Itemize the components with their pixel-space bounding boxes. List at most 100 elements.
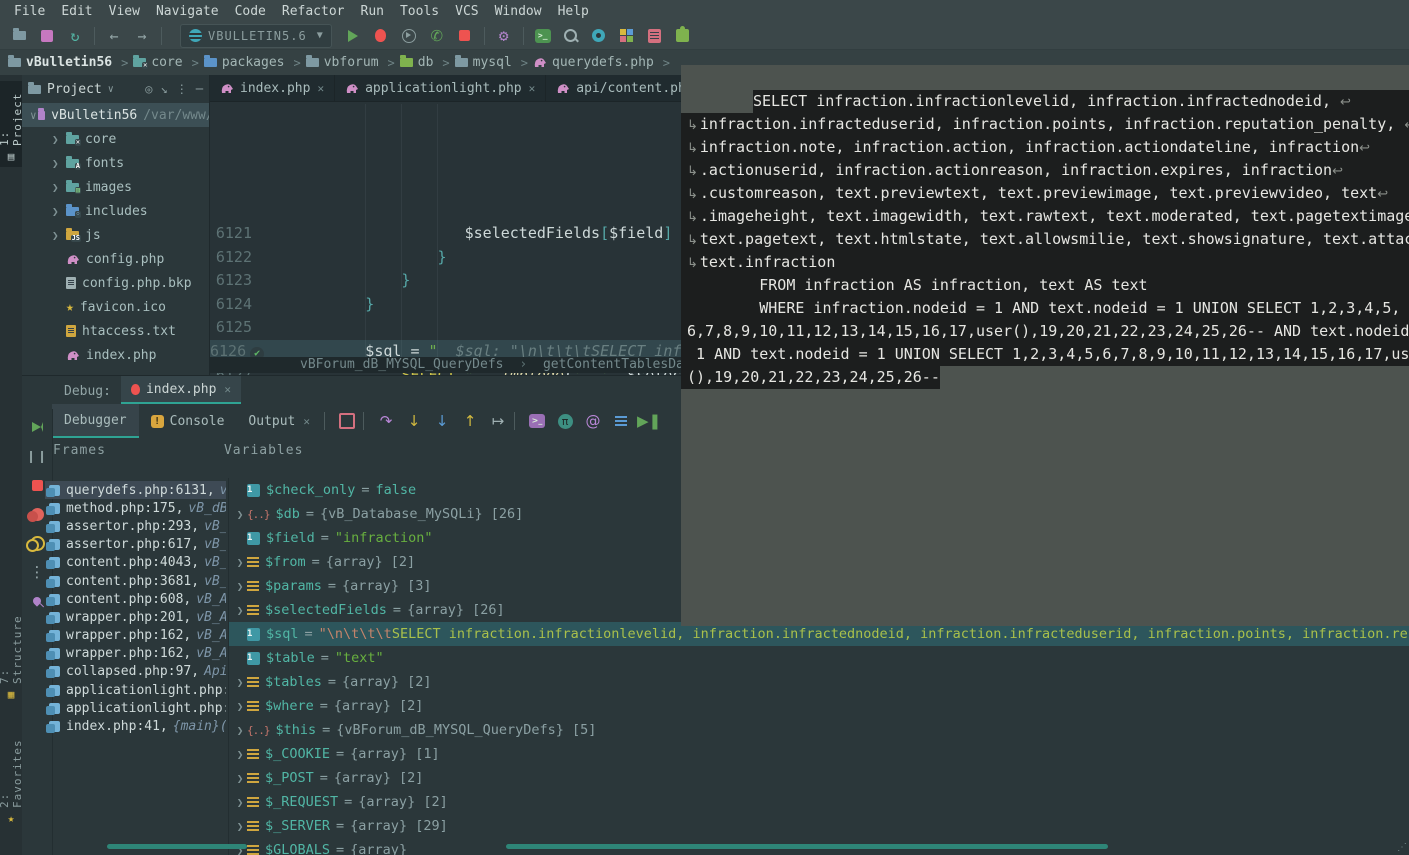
tree-row-includes[interactable]: ❯◦includes xyxy=(22,199,209,223)
toolbar-settings-icon[interactable]: ⚙ xyxy=(493,25,515,47)
frame-row[interactable]: querydefs.php:6131,vBForu xyxy=(45,481,226,499)
gutter-line-6124[interactable]: 6124 xyxy=(210,293,268,317)
menu-item-vcs[interactable]: VCS xyxy=(447,4,486,19)
menu-item-help[interactable]: Help xyxy=(550,4,597,19)
debug-step-into-icon[interactable]: ↓ xyxy=(402,410,426,432)
debug-resume-icon[interactable] xyxy=(25,416,49,438)
tree-row-index-php[interactable]: index.php xyxy=(22,343,209,367)
tree-row-fonts[interactable]: ❯Afonts xyxy=(22,151,209,175)
debugger-tab-console[interactable]: !Console xyxy=(139,404,237,438)
gutter-line-6123[interactable]: 6123 xyxy=(210,269,268,293)
hide-panel-icon[interactable]: ─ xyxy=(196,82,203,96)
debug-terminal-icon[interactable]: >_ xyxy=(525,410,549,432)
toolbar-run-icon[interactable] xyxy=(342,25,364,47)
chevron-expanded-icon[interactable]: ∨ xyxy=(30,109,38,122)
toolbar-plugins-icon[interactable] xyxy=(672,25,694,47)
sidebar-item-favorites[interactable]: 2: Favorites ★ xyxy=(0,733,22,829)
toolbar-terminal-icon[interactable]: >_ xyxy=(532,25,554,47)
toolbar-save-icon[interactable] xyxy=(36,25,58,47)
close-icon[interactable]: ✕ xyxy=(317,82,324,95)
frame-row[interactable]: collapsed.php:97,Api_Inte xyxy=(45,663,226,681)
toolbar-ui-blocks-icon[interactable] xyxy=(616,25,638,47)
tree-row-core[interactable]: ❯✕core xyxy=(22,127,209,151)
collapse-all-icon[interactable]: ↘ xyxy=(161,82,168,96)
breadcrumb-item-db[interactable]: db xyxy=(400,55,434,70)
frames-hscrollbar[interactable] xyxy=(107,844,247,849)
variable-row[interactable]: ❯$_COOKIE={array} [1] xyxy=(229,742,1409,766)
toolbar-documentation-icon[interactable] xyxy=(644,25,666,47)
editor-tab-applicationlight-php[interactable]: applicationlight.php✕ xyxy=(335,75,546,101)
chevron-collapsed-icon[interactable]: ❯ xyxy=(233,676,247,689)
frame-row[interactable]: content.php:4043,vB_Libra xyxy=(45,554,226,572)
breadcrumb-item-mysql[interactable]: mysql xyxy=(455,55,512,70)
gutter-line-6125[interactable]: 6125 xyxy=(210,316,268,340)
toolbar-sync-icon[interactable]: ↻ xyxy=(64,25,86,47)
chevron-collapsed-icon[interactable]: ❯ xyxy=(233,580,247,593)
breadcrumb-item-core[interactable]: ✕core xyxy=(133,55,182,70)
toolbar-run-with-coverage-icon[interactable] xyxy=(398,25,420,47)
variable-row[interactable]: 1$table="text" xyxy=(229,646,1409,670)
chevron-collapsed-icon[interactable]: ❯ xyxy=(233,604,247,617)
frame-row[interactable]: assertor.php:293,vB_dB_MY xyxy=(45,517,226,535)
menu-item-window[interactable]: Window xyxy=(487,4,550,19)
menu-item-refactor[interactable]: Refactor xyxy=(274,4,353,19)
chevron-collapsed-icon[interactable]: ❯ xyxy=(233,796,247,809)
frame-row[interactable]: applicationlight.php:183, xyxy=(45,699,226,717)
chevron-collapsed-icon[interactable]: ❯ xyxy=(52,157,66,170)
chevron-collapsed-icon[interactable]: ❯ xyxy=(52,229,66,242)
variable-row[interactable]: ❯$_REQUEST={array} [2] xyxy=(229,790,1409,814)
frame-row[interactable]: applicationlight.php:368, xyxy=(45,681,226,699)
toolbar-search-everywhere-icon[interactable] xyxy=(560,25,582,47)
variable-row[interactable]: ❯$_POST={array} [2] xyxy=(229,766,1409,790)
variable-row[interactable]: ❯$_SERVER={array} [29] xyxy=(229,814,1409,838)
frame-row[interactable]: content.php:608,vB_Api_Co xyxy=(45,590,226,608)
frame-row[interactable]: index.php:41,{main}() xyxy=(45,717,226,735)
debugger-tab-output[interactable]: Output✕ xyxy=(236,404,322,438)
debug-run-to-cursor-icon[interactable]: ↦ xyxy=(486,410,510,432)
debug-show-execution-point-icon[interactable]: ▶❚ xyxy=(637,410,661,432)
run-config-selector[interactable]: VBULLETIN5.6▼ xyxy=(180,24,332,48)
breadcrumb-item-packages[interactable]: packages xyxy=(204,55,285,70)
gutter-line-6122[interactable]: 6122 xyxy=(210,246,268,270)
frame-row[interactable]: assertor.php:617,vB_dB_MY xyxy=(45,536,226,554)
variables-hscrollbar[interactable] xyxy=(506,844,1108,849)
debug-session-tab[interactable]: index.php ✕ xyxy=(121,376,241,404)
toolbar-open-folder-icon[interactable] xyxy=(8,25,30,47)
tree-row-htaccess-txt[interactable]: htaccess.txt xyxy=(22,319,209,343)
chevron-collapsed-icon[interactable]: ❯ xyxy=(233,748,247,761)
menu-item-code[interactable]: Code xyxy=(227,4,274,19)
chevron-collapsed-icon[interactable]: ❯ xyxy=(233,556,247,569)
frame-row[interactable]: wrapper.php:162,vB_Api_Wr xyxy=(45,627,226,645)
close-icon[interactable]: ✕ xyxy=(224,383,231,396)
toolbar-profiler-icon[interactable] xyxy=(588,25,610,47)
close-icon[interactable]: ✕ xyxy=(529,82,536,95)
project-panel-header[interactable]: Project ∨ ◎ ↘ ⋮ ─ xyxy=(22,75,209,103)
more-options-icon[interactable]: ⋮ xyxy=(176,82,188,96)
toolbar-stop-icon[interactable] xyxy=(454,25,476,47)
chevron-collapsed-icon[interactable]: ❯ xyxy=(52,181,66,194)
gutter-line-6121[interactable]: 6121 xyxy=(210,222,268,246)
frame-row[interactable]: method.php:175,vB_dB_Quer xyxy=(45,499,226,517)
menu-item-view[interactable]: View xyxy=(101,4,148,19)
chevron-collapsed-icon[interactable]: ❯ xyxy=(233,508,247,521)
tree-row-js[interactable]: ❯JSjs xyxy=(22,223,209,247)
variable-row[interactable]: ❯$tables={array} [2] xyxy=(229,670,1409,694)
variable-row[interactable]: ❯$where={array} [2] xyxy=(229,694,1409,718)
locate-file-icon[interactable]: ◎ xyxy=(145,82,152,96)
menu-item-navigate[interactable]: Navigate xyxy=(148,4,227,19)
chevron-collapsed-icon[interactable]: ❯ xyxy=(233,700,247,713)
debug-step-out-icon[interactable]: ↑ xyxy=(458,410,482,432)
tree-row-config-php[interactable]: config.php xyxy=(22,247,209,271)
debug-pause-icon[interactable]: ❙❙ xyxy=(25,445,49,467)
frame-row[interactable]: wrapper.php:201,vB_Api_Wr xyxy=(45,608,226,626)
chevron-collapsed-icon[interactable]: ❯ xyxy=(52,133,66,146)
tree-row-root[interactable]: ∨vBulletin56/var/www/html/v xyxy=(22,103,209,127)
debug-step-over-icon[interactable]: ↷ xyxy=(374,410,398,432)
tree-row-config-php-bkp[interactable]: config.php.bkp xyxy=(22,271,209,295)
resize-grip[interactable]: ⋰ xyxy=(1397,842,1407,853)
variable-row[interactable]: ❯{..}$this={vBForum_dB_MYSQL_QueryDefs} … xyxy=(229,718,1409,742)
debug-mail-at-icon[interactable]: @ xyxy=(581,410,605,432)
chevron-collapsed-icon[interactable]: ❯ xyxy=(233,772,247,785)
debugger-tab-debugger[interactable]: Debugger xyxy=(52,404,139,438)
frame-row[interactable]: wrapper.php:162,vB_Api_Wr xyxy=(45,645,226,663)
